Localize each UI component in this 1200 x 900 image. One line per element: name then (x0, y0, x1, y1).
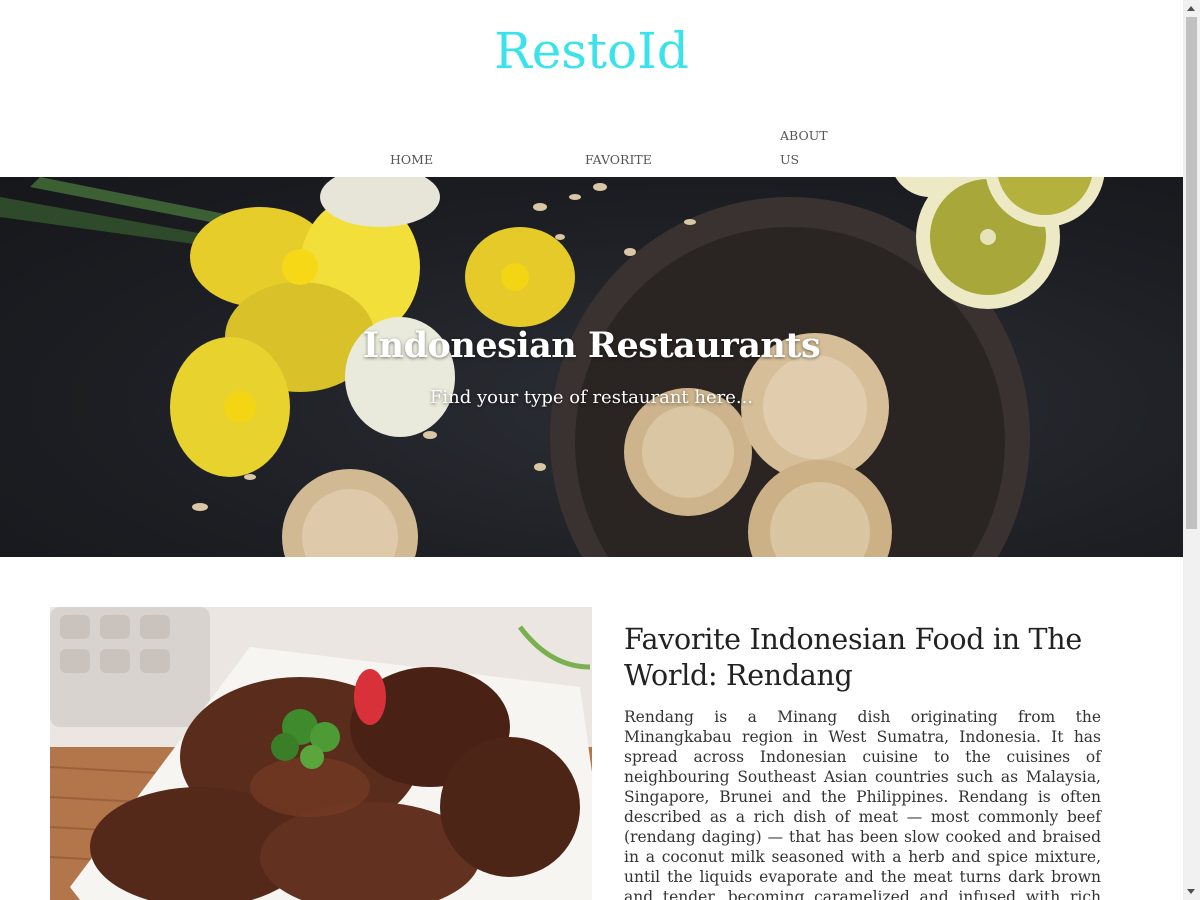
hero-title: Indonesian Restaurants (362, 325, 821, 366)
nav-about-link[interactable]: ABOUT US (780, 124, 830, 172)
article-body: Rendang is a Minang dish originating fro… (624, 708, 1101, 900)
rendang-image (50, 607, 592, 900)
nav-home-link[interactable]: HOME (390, 148, 433, 172)
main-nav: HOME FAVORITE ABOUT US (0, 0, 1183, 177)
triangle-down-icon (1187, 889, 1195, 894)
hero-banner: Indonesian Restaurants Find your type of… (0, 177, 1183, 557)
rendang-photo (50, 607, 592, 900)
background-tile (50, 607, 210, 727)
article-title: Favorite Indonesian Food in The World: R… (624, 623, 1082, 692)
scroll-thumb[interactable] (1186, 17, 1197, 529)
nav-favorite-link[interactable]: FAVORITE (585, 148, 652, 172)
scroll-down-button[interactable] (1183, 883, 1200, 900)
scroll-up-button[interactable] (1183, 0, 1200, 17)
triangle-up-icon (1187, 6, 1195, 11)
page: RestoId HOME FAVORITE ABOUT US Indonesia… (0, 0, 1183, 900)
hero-subtitle: Find your type of restaurant here... (429, 387, 754, 408)
vertical-scrollbar[interactable] (1183, 0, 1200, 900)
hero-background-image (0, 177, 1105, 557)
chili-garnish (354, 669, 386, 725)
